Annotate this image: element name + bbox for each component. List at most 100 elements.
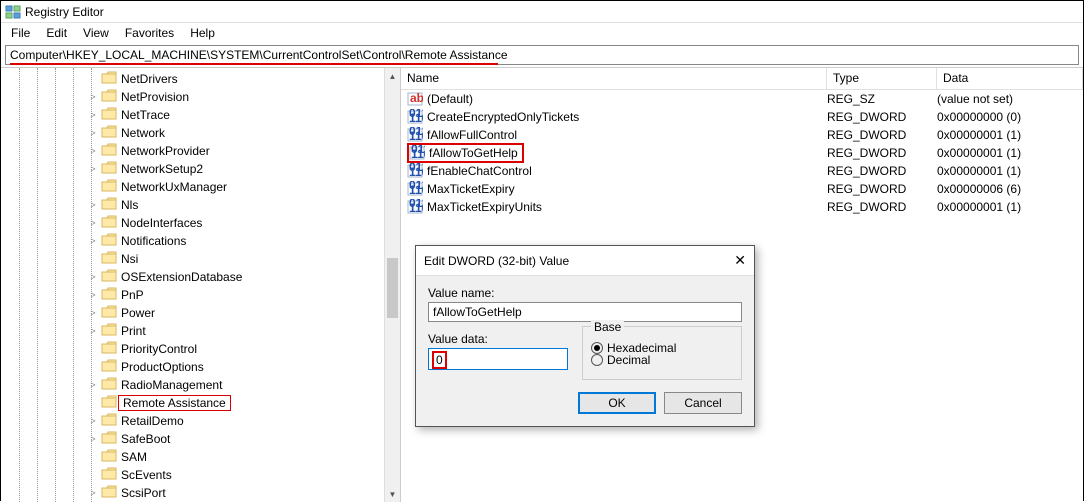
ok-button[interactable]: OK bbox=[578, 392, 656, 414]
col-data-header[interactable]: Data bbox=[937, 68, 1083, 89]
tree-item-retaildemo[interactable]: > RetailDemo bbox=[87, 412, 400, 430]
tree-scrollbar[interactable]: ▲ ▼ bbox=[384, 68, 400, 502]
value-data-text: 0 bbox=[432, 351, 447, 369]
tree-label: NetworkProvider bbox=[119, 144, 212, 158]
radio-unchecked-icon bbox=[591, 354, 603, 366]
tree-label: PnP bbox=[119, 288, 146, 302]
value-data: 0x00000001 (1) bbox=[937, 200, 1083, 214]
menu-file[interactable]: File bbox=[3, 25, 38, 41]
tree-item-pnp[interactable]: > PnP bbox=[87, 286, 400, 304]
tree-item-remote-assistance[interactable]: Remote Assistance bbox=[87, 394, 400, 412]
folder-icon bbox=[101, 107, 117, 124]
folder-icon bbox=[101, 413, 117, 430]
value-name-field[interactable]: fAllowToGetHelp bbox=[428, 302, 742, 322]
value-name: fAllowFullControl bbox=[427, 128, 517, 142]
base-legend: Base bbox=[591, 320, 624, 334]
tree-item-netdrivers[interactable]: NetDrivers bbox=[87, 70, 400, 88]
tree-label: NetDrivers bbox=[119, 72, 180, 86]
svg-text:ab: ab bbox=[410, 91, 423, 105]
tree-item-networksetup2[interactable]: >NetworkSetup2 bbox=[87, 160, 400, 178]
tree-item-scevents[interactable]: ScEvents bbox=[87, 466, 400, 484]
chevron-icon[interactable]: > bbox=[87, 146, 99, 156]
tree-label: ScEvents bbox=[119, 468, 174, 482]
cancel-button[interactable]: Cancel bbox=[664, 392, 742, 414]
tree-item-netprovision[interactable]: >NetProvision bbox=[87, 88, 400, 106]
value-row[interactable]: 011110fAllowFullControlREG_DWORD0x000000… bbox=[401, 126, 1083, 144]
chevron-icon[interactable]: > bbox=[87, 380, 99, 390]
close-icon[interactable]: ✕ bbox=[734, 252, 746, 269]
binary-value-icon: 011110 bbox=[407, 109, 423, 125]
tree-label: PriorityControl bbox=[119, 342, 199, 356]
value-row[interactable]: ab(Default)REG_SZ(value not set) bbox=[401, 90, 1083, 108]
menu-favorites[interactable]: Favorites bbox=[117, 25, 182, 41]
tree-item-safeboot[interactable]: >SafeBoot bbox=[87, 430, 400, 448]
chevron-icon[interactable]: > bbox=[87, 110, 99, 120]
svg-text:110: 110 bbox=[409, 183, 423, 197]
chevron-icon[interactable]: > bbox=[87, 488, 99, 498]
tree-item-nodeinterfaces[interactable]: >NodeInterfaces bbox=[87, 214, 400, 232]
tree-item-print[interactable]: >Print bbox=[87, 322, 400, 340]
tree-item-nsi[interactable]: Nsi bbox=[87, 250, 400, 268]
value-data: 0x00000001 (1) bbox=[937, 164, 1083, 178]
value-row[interactable]: 011110fEnableChatControlREG_DWORD0x00000… bbox=[401, 162, 1083, 180]
col-name-header[interactable]: Name bbox=[401, 68, 827, 89]
value-row[interactable]: 011110MaxTicketExpiryREG_DWORD0x00000006… bbox=[401, 180, 1083, 198]
folder-icon bbox=[101, 467, 117, 484]
address-text: Computer\HKEY_LOCAL_MACHINE\SYSTEM\Curre… bbox=[10, 48, 508, 62]
tree-item-nls[interactable]: >Nls bbox=[87, 196, 400, 214]
menu-edit[interactable]: Edit bbox=[38, 25, 75, 41]
chevron-icon[interactable]: > bbox=[87, 416, 99, 426]
radio-decimal[interactable]: Decimal bbox=[591, 353, 733, 367]
tree-label: RetailDemo bbox=[119, 414, 186, 428]
value-row[interactable]: 011110fAllowToGetHelpREG_DWORD0x00000001… bbox=[401, 144, 1083, 162]
value-name: fAllowToGetHelp bbox=[429, 146, 518, 160]
chevron-icon[interactable]: > bbox=[87, 434, 99, 444]
tree-item-sam[interactable]: SAM bbox=[87, 448, 400, 466]
tree-item-network[interactable]: >Network bbox=[87, 124, 400, 142]
folder-icon bbox=[101, 179, 117, 196]
chevron-icon[interactable]: > bbox=[87, 218, 99, 228]
tree-item-nettrace[interactable]: >NetTrace bbox=[87, 106, 400, 124]
value-name: MaxTicketExpiry bbox=[427, 182, 515, 196]
chevron-icon[interactable]: > bbox=[87, 236, 99, 246]
chevron-icon[interactable]: > bbox=[87, 164, 99, 174]
tree-item-osextensiondatabase[interactable]: >OSExtensionDatabase bbox=[87, 268, 400, 286]
tree-label: ScsiPort bbox=[119, 486, 168, 500]
tree-item-productoptions[interactable]: ProductOptions bbox=[87, 358, 400, 376]
value-data-field[interactable]: 0 bbox=[428, 348, 568, 370]
folder-icon bbox=[101, 341, 117, 358]
edit-dword-dialog: Edit DWORD (32-bit) Value ✕ Value name: … bbox=[415, 245, 755, 427]
scroll-thumb[interactable] bbox=[387, 258, 398, 318]
scroll-up-icon[interactable]: ▲ bbox=[385, 68, 400, 84]
tree-item-networkuxmanager[interactable]: NetworkUxManager bbox=[87, 178, 400, 196]
dialog-title: Edit DWORD (32-bit) Value bbox=[424, 254, 569, 268]
value-row[interactable]: 011110CreateEncryptedOnlyTicketsREG_DWOR… bbox=[401, 108, 1083, 126]
address-bar[interactable]: Computer\HKEY_LOCAL_MACHINE\SYSTEM\Curre… bbox=[5, 45, 1079, 65]
chevron-icon[interactable]: > bbox=[87, 308, 99, 318]
scroll-down-icon[interactable]: ▼ bbox=[385, 486, 400, 502]
tree-item-scsiport[interactable]: > ScsiPort bbox=[87, 484, 400, 502]
tree-item-notifications[interactable]: >Notifications bbox=[87, 232, 400, 250]
tree-item-networkprovider[interactable]: > NetworkProvider bbox=[87, 142, 400, 160]
chevron-icon[interactable]: > bbox=[87, 326, 99, 336]
chevron-icon[interactable]: > bbox=[87, 128, 99, 138]
tree-body[interactable]: NetDrivers>NetProvision>NetTrace>Network… bbox=[1, 68, 400, 502]
dialog-title-bar[interactable]: Edit DWORD (32-bit) Value ✕ bbox=[416, 246, 754, 276]
column-headers: Name Type Data bbox=[401, 68, 1083, 90]
tree-item-radiomanagement[interactable]: >RadioManagement bbox=[87, 376, 400, 394]
radio-checked-icon bbox=[591, 342, 603, 354]
tree-label: Nsi bbox=[119, 252, 140, 266]
col-type-header[interactable]: Type bbox=[827, 68, 937, 89]
tree-item-prioritycontrol[interactable]: PriorityControl bbox=[87, 340, 400, 358]
chevron-icon[interactable]: > bbox=[87, 290, 99, 300]
value-row[interactable]: 011110MaxTicketExpiryUnitsREG_DWORD0x000… bbox=[401, 198, 1083, 216]
chevron-icon[interactable]: > bbox=[87, 272, 99, 282]
menu-view[interactable]: View bbox=[75, 25, 117, 41]
svg-text:110: 110 bbox=[409, 201, 423, 215]
folder-icon bbox=[101, 251, 117, 268]
menu-help[interactable]: Help bbox=[182, 25, 223, 41]
tree-item-power[interactable]: >Power bbox=[87, 304, 400, 322]
chevron-icon[interactable]: > bbox=[87, 200, 99, 210]
value-data: 0x00000006 (6) bbox=[937, 182, 1083, 196]
chevron-icon[interactable]: > bbox=[87, 92, 99, 102]
